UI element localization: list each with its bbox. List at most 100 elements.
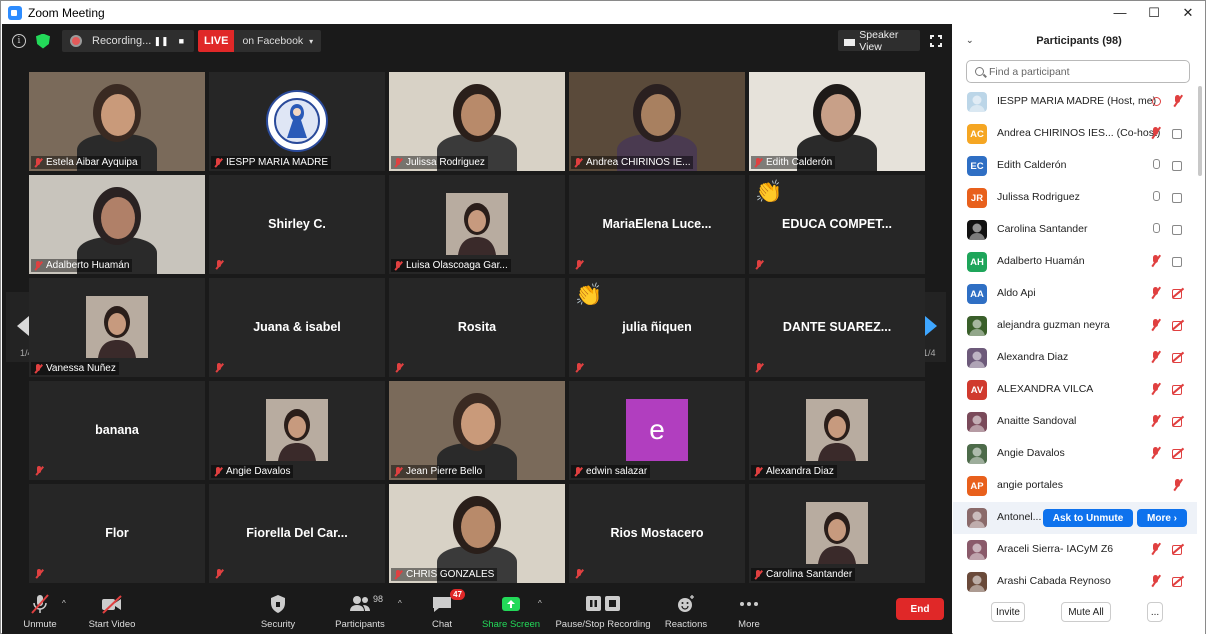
participant-row[interactable]: IESPP MARIA MADRE (Host, me) [953,86,1197,118]
meeting-stage: i Recording... ❚❚ ■ LIVE on Facebook ▾ S… [2,24,952,634]
participant-row[interactable]: alejandra guzman neyra [953,310,1197,342]
mic-muted-icon [574,157,582,168]
clap-reaction-icon: 👏 [755,179,783,204]
mic-muted-icon [754,569,762,580]
participant-row[interactable]: Angie Davalos [953,438,1197,470]
fullscreen-icon[interactable] [929,34,943,48]
share-screen-icon [500,594,522,614]
participant-row[interactable]: Carolina Santander [953,214,1197,246]
maximize-button[interactable]: ☐ [1137,1,1171,24]
participant-tile[interactable]: DANTE SUAREZ... [749,278,925,377]
participant-row[interactable]: AV ALEXANDRA VILCA [953,374,1197,406]
reactions-button[interactable]: Reactions [664,587,708,634]
participant-name-label: Andrea CHIRINOS IE... [571,156,694,169]
participant-tile[interactable]: Rosita [389,278,565,377]
participant-tile[interactable]: Julissa Rodriguez [389,72,565,171]
start-video-button[interactable]: Start Video [86,587,138,634]
participant-tile[interactable]: EDUCA COMPET... 👏 [749,175,925,274]
participant-row[interactable]: Anaitte Sandoval [953,406,1197,438]
participant-tile[interactable]: Angie Davalos [209,381,385,480]
participant-tile[interactable]: julia ñiquen 👏 [569,278,745,377]
participant-row[interactable]: AP angie portales [953,470,1197,502]
pause-recording-button[interactable]: ❚❚ [153,36,168,47]
participant-list-name: Antonel... [997,511,1042,523]
participant-row[interactable]: AH Adalberto Huamán [953,246,1197,278]
unmute-label: Unmute [23,619,57,630]
mic-muted-icon [1149,286,1163,300]
participant-tile[interactable]: Andrea CHIRINOS IE... [569,72,745,171]
share-screen-button[interactable]: Share Screen [482,587,540,634]
audio-options-caret[interactable]: ^ [62,599,66,608]
mic-muted-icon [1149,254,1163,268]
mic-muted-icon [1149,574,1163,588]
participant-tile[interactable]: Luisa Olascoaga Gar... [389,175,565,274]
chat-unread-badge: 47 [450,589,465,600]
participant-list-scrollbar[interactable] [1198,86,1202,176]
participant-tile[interactable]: e edwin salazar [569,381,745,480]
participants-options-caret[interactable]: ^ [398,599,402,608]
recording-dot-icon [70,35,82,47]
participant-row[interactable]: Alexandra Diaz [953,342,1197,374]
participant-tile[interactable]: Shirley C. [209,175,385,274]
chat-button[interactable]: 47 Chat [426,587,465,634]
participant-avatar [967,220,987,240]
participant-row[interactable]: Antonel... Ask to Unmute More › [953,502,1197,534]
participant-row[interactable]: EC Edith Calderón [953,150,1197,182]
participant-tile[interactable]: Alexandra Diaz [749,381,925,480]
more-button[interactable]: More [734,587,764,634]
participant-name-label: Estela Aibar Ayquipa [31,156,141,169]
participant-tile[interactable]: Estela Aibar Ayquipa [29,72,205,171]
participant-row[interactable]: Araceli Sierra- IACyM Z6 [953,534,1197,566]
participant-tile[interactable]: CHRIS GONZALES [389,484,565,583]
security-button[interactable]: Security [256,587,300,634]
invite-button[interactable]: Invite [991,602,1025,622]
participant-tile[interactable]: Adalberto Huamán [29,175,205,274]
ask-to-unmute-button[interactable]: Ask to Unmute [1043,509,1133,527]
end-meeting-button[interactable]: End [896,598,944,620]
unmute-button[interactable]: Unmute [16,587,64,634]
participant-display-name: Fiorella Del Car... [246,526,348,540]
share-options-caret[interactable]: ^ [538,599,542,608]
participant-tile[interactable]: Fiorella Del Car... [209,484,385,583]
live-destination-dropdown[interactable]: on Facebook ▾ [234,30,322,52]
participant-tile[interactable]: MariaElena Luce... [569,175,745,274]
participant-list-name: ALEXANDRA VILCA [997,383,1094,395]
mic-muted-icon [394,157,402,168]
minimize-button[interactable]: — [1103,1,1137,24]
mic-muted-icon [214,157,222,168]
participant-row[interactable]: AC Andrea CHIRINOS IES... (Co-host) [953,118,1197,150]
pause-stop-recording-button[interactable]: Pause/Stop Recording [555,587,651,634]
participant-more-button[interactable]: More › [1137,509,1187,527]
participant-row[interactable]: Arashi Cabada Reynoso [953,566,1197,594]
participant-tile[interactable]: Jean Pierre Bello [389,381,565,480]
participant-tile[interactable]: Flor [29,484,205,583]
participant-row[interactable]: JR Julissa Rodriguez [953,182,1197,214]
close-button[interactable]: ✕ [1171,1,1205,24]
participant-tile[interactable]: Vanessa Nuñez [29,278,205,377]
participant-avatar: AC [967,124,987,144]
stop-recording-button[interactable]: ■ [179,36,184,46]
mute-all-button[interactable]: Mute All [1061,602,1111,622]
participant-search-input[interactable]: Find a participant [966,60,1190,83]
collapse-panel-icon[interactable]: ⌄ [966,35,974,46]
participant-tile[interactable]: banana [29,381,205,480]
participants-panel: ⌄ Participants (98) Find a participant I… [953,24,1205,634]
video-icon [1171,222,1185,236]
participant-name: Estela Aibar Ayquipa [46,157,138,168]
panel-more-button[interactable]: ... [1147,602,1163,622]
encryption-shield-icon[interactable] [36,33,50,49]
participant-tile[interactable]: Edith Calderón [749,72,925,171]
participant-tile[interactable]: Juana & isabel [209,278,385,377]
participant-tile[interactable]: IESPP MARIA MADRE [209,72,385,171]
participant-tile[interactable]: Rios Mostacero [569,484,745,583]
participant-name: Alexandra Diaz [766,466,834,477]
zoom-app-icon [8,5,22,20]
video-off-icon [1171,542,1185,556]
info-icon[interactable]: i [12,34,26,48]
participant-row[interactable]: AA Aldo Api [953,278,1197,310]
participant-avatar [967,348,987,368]
participant-name-label: IESPP MARIA MADRE [211,156,332,169]
participant-tile[interactable]: Carolina Santander [749,484,925,583]
participants-button[interactable]: 98 Participants [332,587,388,634]
speaker-view-button[interactable]: Speaker View [838,29,920,53]
